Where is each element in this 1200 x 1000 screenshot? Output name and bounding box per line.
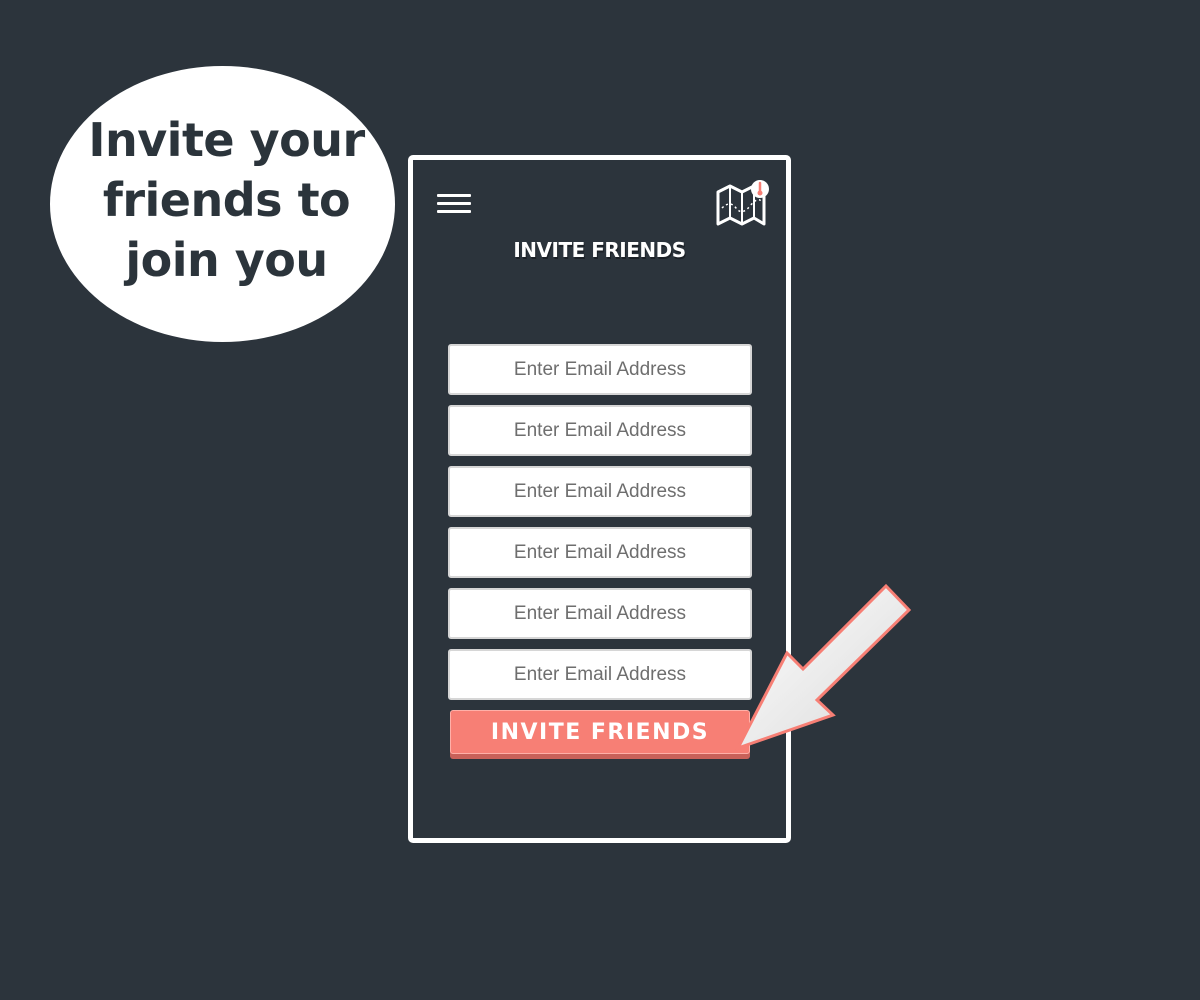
pointer-arrow-icon [734, 583, 912, 751]
invite-form: INVITE FRIENDS [448, 344, 752, 754]
invite-friends-button[interactable]: INVITE FRIENDS [450, 710, 750, 754]
email-field-5[interactable] [448, 588, 752, 639]
email-field-6[interactable] [448, 649, 752, 700]
email-field-3[interactable] [448, 466, 752, 517]
callout-bubble: Invite your friends to join you [50, 66, 395, 342]
hamburger-menu-icon[interactable] [437, 194, 471, 218]
callout-line-1: Invite your [88, 113, 365, 167]
map-pin-logo-icon [716, 180, 769, 226]
page-title: INVITE FRIENDS [513, 238, 686, 262]
callout-line-2: friends to [102, 173, 351, 227]
callout-text: Invite your friends to join you [88, 110, 365, 290]
callout-line-3: join you [125, 233, 328, 287]
email-field-1[interactable] [448, 344, 752, 395]
email-field-2[interactable] [448, 405, 752, 456]
email-field-4[interactable] [448, 527, 752, 578]
